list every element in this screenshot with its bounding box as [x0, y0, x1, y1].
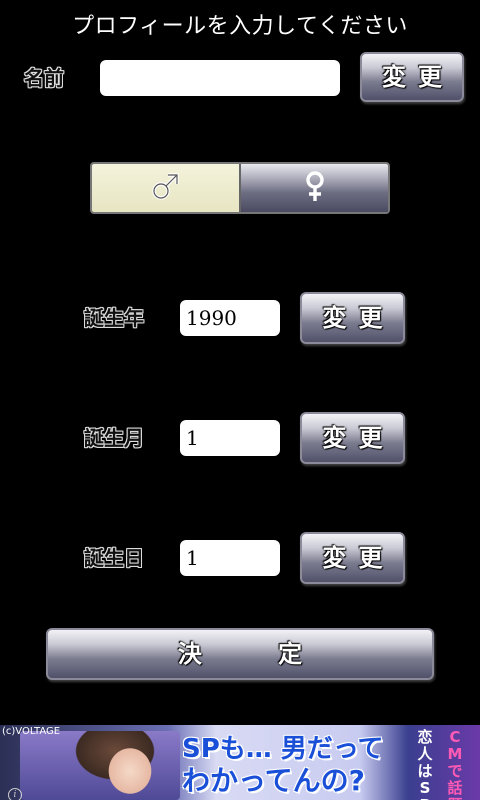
name-input[interactable]	[100, 60, 340, 96]
birth-year-field[interactable]	[180, 300, 280, 336]
ad-info-icon[interactable]: i	[8, 788, 22, 800]
gender-male-button[interactable]	[92, 164, 241, 212]
name-change-button[interactable]: 変更	[360, 52, 464, 102]
ad-vertical-text-1: 恋人はSP	[417, 728, 433, 800]
birth-day-label: 誕生日	[84, 546, 144, 570]
female-symbol-icon	[300, 169, 330, 207]
birth-month-label: 誕生月	[84, 426, 144, 450]
male-symbol-icon	[150, 170, 182, 206]
birth-year-change-button[interactable]: 変更	[300, 292, 405, 344]
birth-day-field[interactable]	[180, 540, 280, 576]
ad-copyright: (c)VOLTAGE	[2, 726, 61, 737]
birth-year-label: 誕生年	[84, 306, 144, 330]
submit-button[interactable]: 決 定	[46, 628, 434, 680]
name-label: 名前	[24, 66, 64, 90]
gender-toggle	[90, 162, 390, 214]
ad-illustration	[20, 731, 180, 800]
ad-vertical-text-2: CMで話題	[447, 728, 463, 800]
ad-headline-2: わかってんの?	[182, 764, 365, 797]
birth-day-change-button[interactable]: 変更	[300, 532, 405, 584]
page-title: プロフィールを入力してください	[72, 14, 408, 39]
birth-month-change-button[interactable]: 変更	[300, 412, 405, 464]
profile-screen: プロフィールを入力してください 名前 変更 誕生年 1990 変更 誕生月 1 …	[0, 0, 480, 800]
birth-month-field[interactable]	[180, 420, 280, 456]
ad-banner[interactable]: (c)VOLTAGE SPも… 男だって わかってんの? 恋人はSP CMで話題…	[0, 725, 480, 800]
gender-female-button[interactable]	[241, 164, 388, 212]
